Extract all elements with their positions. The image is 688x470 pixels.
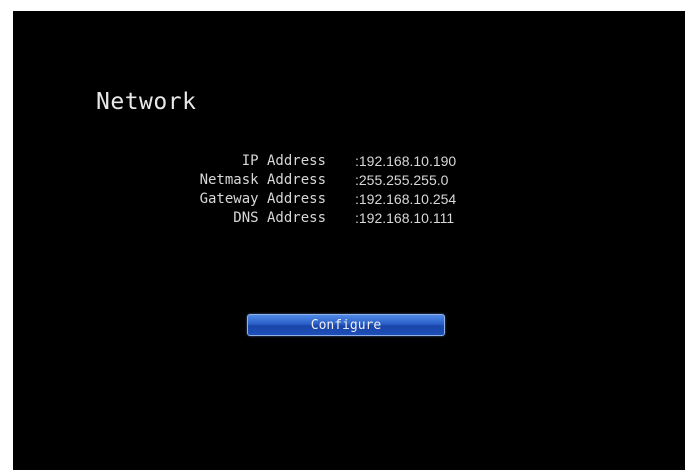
gateway-address-value: :192.168.10.254 (355, 190, 457, 207)
configure-button[interactable]: Configure (247, 314, 445, 336)
ip-address-value: :192.168.10.190 (355, 152, 457, 169)
network-screen: Network IP Address :192.168.10.190 Netma… (13, 11, 685, 470)
dns-address-row: DNS Address :192.168.10.111 (133, 208, 533, 227)
network-info-list: IP Address :192.168.10.190 Netmask Addre… (133, 151, 533, 227)
page-title: Network (96, 89, 197, 115)
dns-address-value: :192.168.10.111 (355, 209, 455, 226)
gateway-address-label: Gateway Address (199, 190, 326, 207)
gateway-address-row: Gateway Address :192.168.10.254 (133, 189, 533, 208)
ip-address-row: IP Address :192.168.10.190 (133, 151, 533, 170)
netmask-address-row: Netmask Address :255.255.255.0 (133, 170, 533, 189)
netmask-address-value: :255.255.255.0 (355, 171, 449, 188)
dns-address-label: DNS Address (233, 209, 326, 226)
netmask-address-label: Netmask Address (199, 171, 326, 188)
configure-button-label: Configure (310, 317, 382, 333)
ip-address-label: IP Address (241, 152, 326, 169)
